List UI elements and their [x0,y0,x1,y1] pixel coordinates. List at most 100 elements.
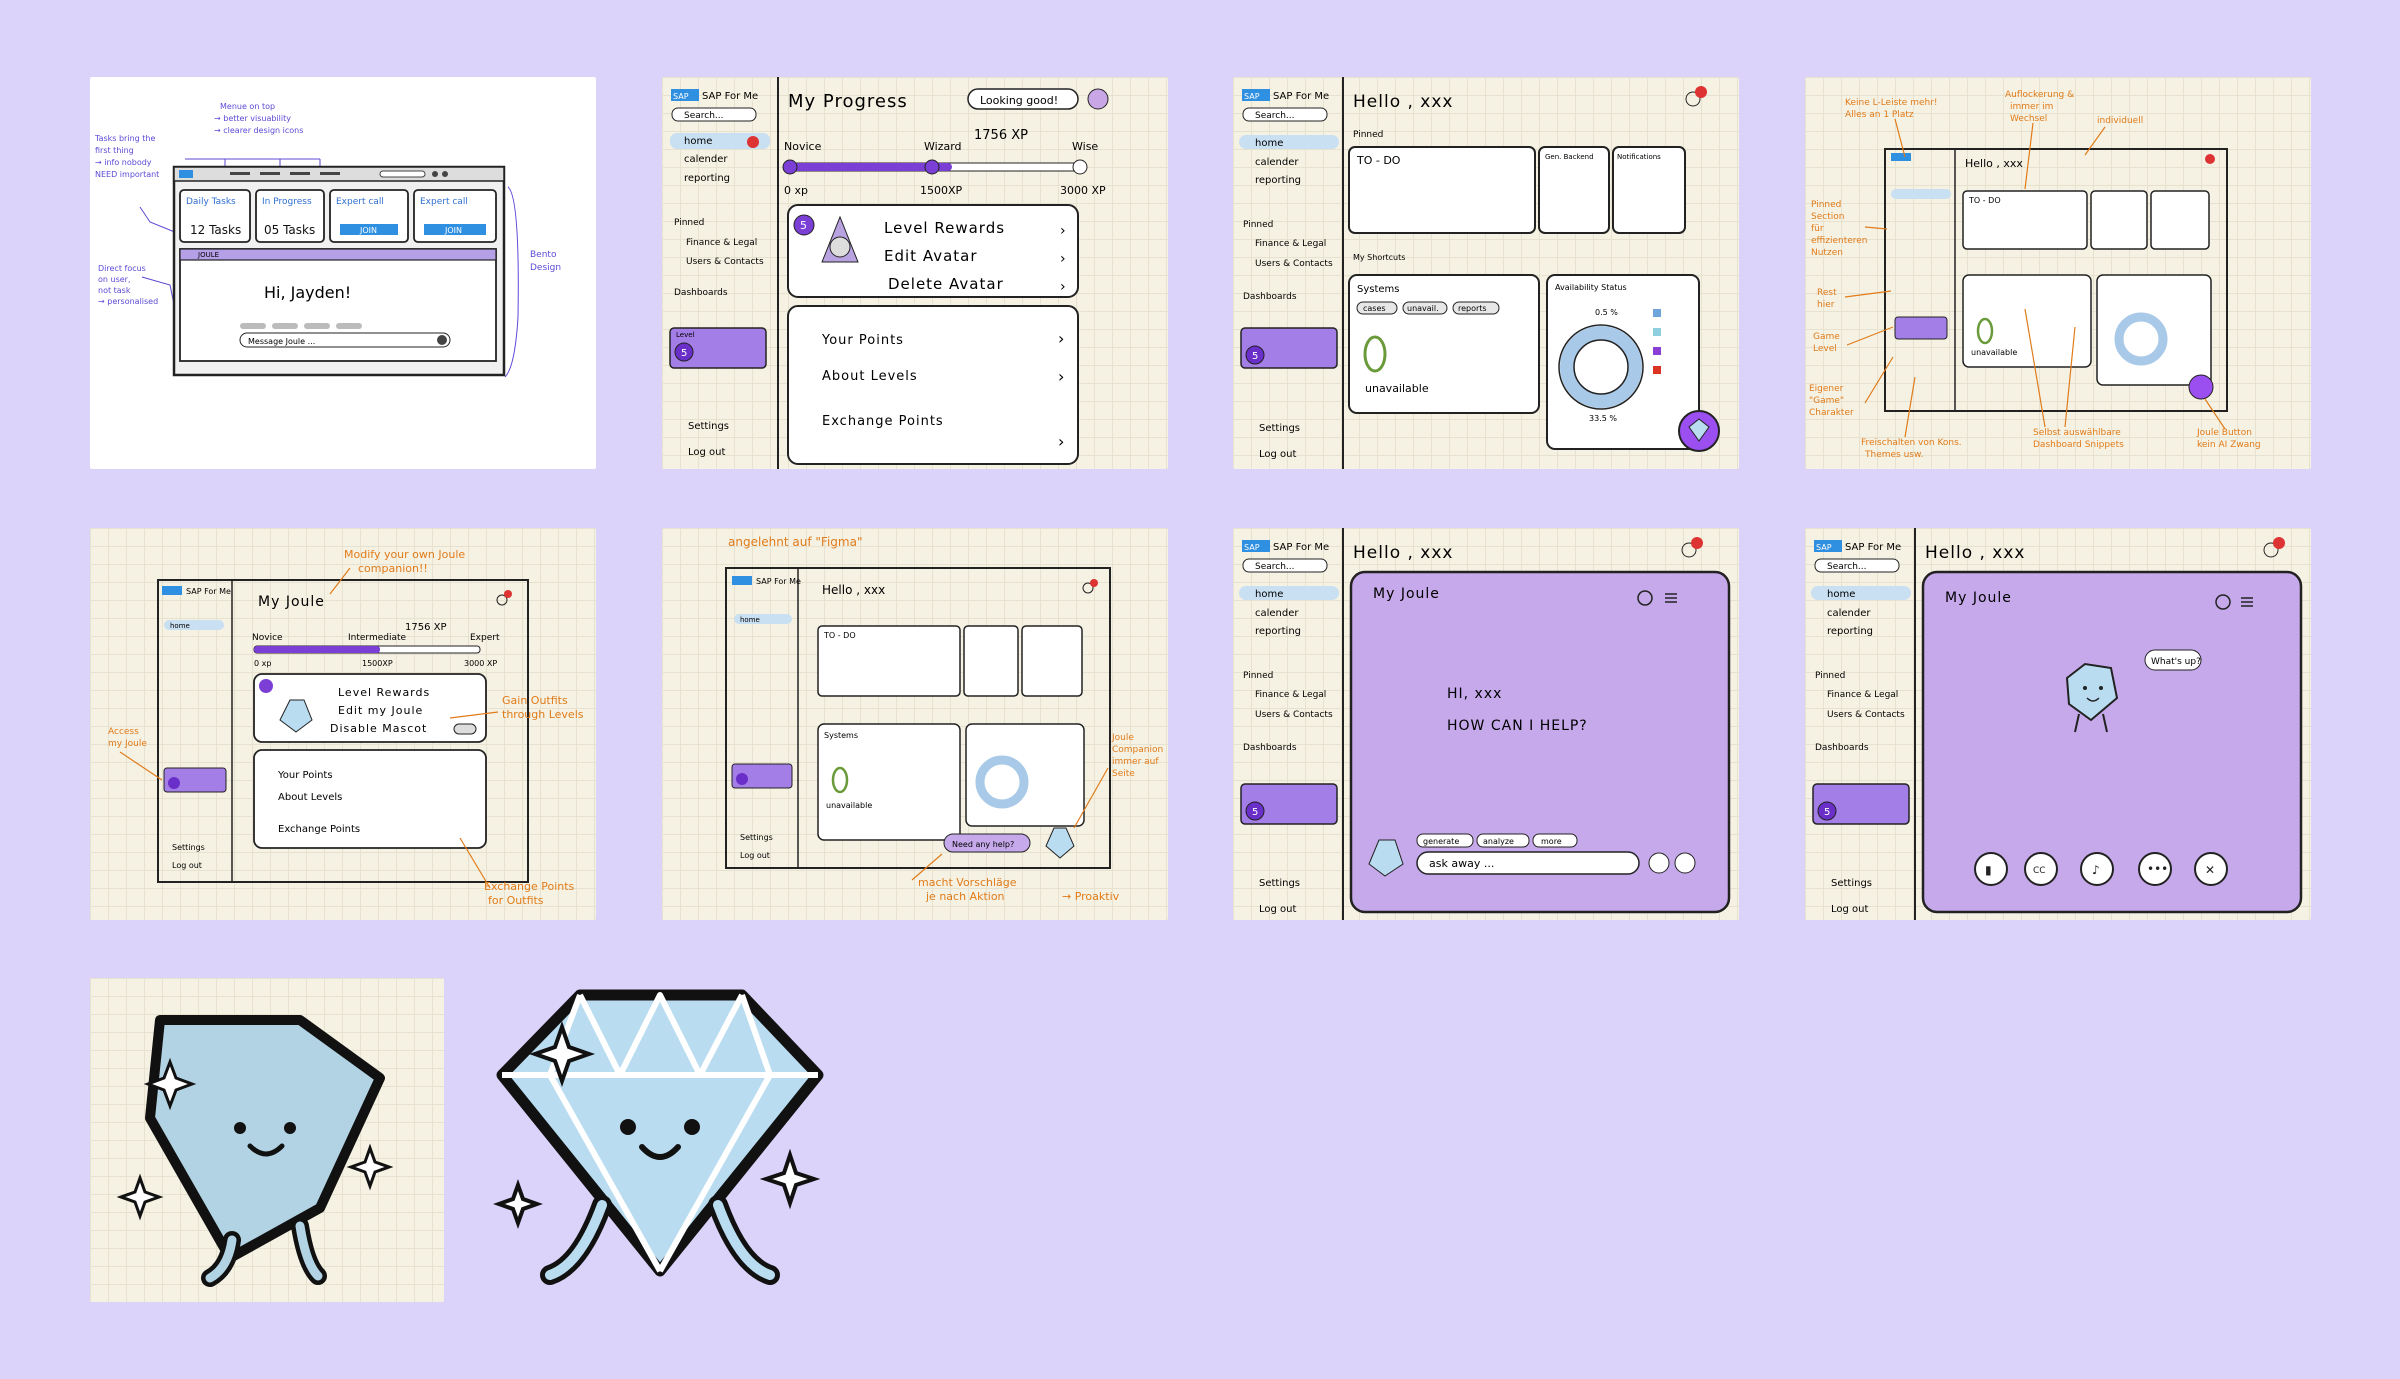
sketch-card-6[interactable]: angelehnt auf "Figma" SAP For Me home Se… [662,528,1168,920]
wise: Wise [1072,140,1098,153]
chip-analyze: analyze [1483,837,1514,846]
joule-title: My Joule [258,594,325,610]
note-h1: Freischalten von Kons. [1861,438,1962,448]
availability: Availability Status [1555,283,1627,292]
dashboards: Dashboards [1815,743,1869,753]
mascot-final [480,975,840,1305]
pin-users: Users & Contacts [1255,259,1333,269]
sketch-card-4[interactable]: Hello , xxx TO - DO unavailable Keine L-… [1805,77,2311,469]
tile-4-title: Expert call [420,197,468,207]
notifications: Notifications [1617,153,1661,161]
logout: Log out [172,861,202,870]
note-top-2: → better visuability [214,114,291,123]
note-r1: Joule [1111,733,1134,743]
chip-unavail: unavail. [1407,304,1439,313]
sketch-card-1[interactable]: Menue on top → better visuability → clea… [90,77,596,469]
novice: Novice [252,633,283,643]
xp: 1756 XP [405,622,447,633]
how-help: HOW CAN I HELP? [1447,718,1588,734]
note-d3: für [1811,224,1824,234]
note-l1: Access [108,727,139,737]
note-d1: Pinned [1811,200,1841,210]
settings: Settings [1259,878,1300,889]
sketch-card-8[interactable]: SAP SAP For Me Search... home calender rep… [1805,528,2311,920]
nav-rep: reporting [684,173,730,184]
xp2: 3000 XP [1060,184,1106,197]
tile-1-val: 12 Tasks [190,223,241,237]
note-lt-4: NEED important [95,170,159,179]
note-i2: Dashboard Snippets [2033,440,2124,450]
note-f1: Game [1813,332,1840,342]
note-r4: Seite [1112,769,1135,779]
settings: Settings [740,833,773,842]
pin-fin: Finance & Legal [1827,690,1898,700]
note-top-3: → clearer design icons [214,126,303,135]
note-lt-2: first thing [95,146,134,155]
note-b2: je nach Aktion [925,890,1005,903]
nav-home: home [684,136,712,147]
note-r-2: Design [530,263,561,273]
chip-cases: cases [1363,304,1386,313]
note-top-2: companion!! [358,562,428,575]
note-c: individuell [2097,116,2143,126]
gen-backend: Gen. Backend [1545,153,1594,161]
nav-cal: calender [1255,157,1299,168]
note-b2: immer im [2010,102,2053,112]
joule-title: My Joule [1945,590,2012,606]
sketch-card-7[interactable]: SAP SAP For Me Search... home calender rep… [1233,528,1739,920]
nav-rep: reporting [1255,175,1301,186]
pinned: Pinned [1815,671,1845,681]
lvl-badge: 5 [800,219,807,232]
sketch-card-3[interactable]: SAP SAP For Me Search... home calender rep… [1233,77,1739,469]
pct: 0.5 % [1595,308,1618,317]
nav-cal: calender [1827,608,1871,619]
pinned-title: Pinned [1353,130,1383,140]
note-g1: Eigener [1809,384,1844,394]
settings: Settings [172,843,205,852]
todo: TO - DO [1356,154,1401,167]
about-levels: About Levels [278,792,342,803]
svg-text:›: › [1060,251,1066,267]
help-bubble: Need any help? [952,840,1014,849]
settings: Settings [1259,423,1300,434]
note-j1: Joule Button [2196,428,2252,438]
level-num: 5 [1252,807,1258,818]
hi-user: HI, xxx [1447,686,1502,702]
unavailable: unavailable [826,801,872,810]
xp: 1756 XP [974,128,1028,143]
note-lb-2: on user, [98,275,131,284]
note-top-1: Modify your own Joule [344,548,465,561]
nav-home: home [170,622,190,630]
xp2: 3000 XP [464,659,497,668]
note-i1: Selbst auswählbare [2033,428,2121,438]
pinned: Pinned [1243,671,1273,681]
disable-mascot: Disable Mascot [330,722,427,735]
wizard: Wizard [924,140,962,153]
your-points: Your Points [277,770,333,781]
joule-input: Message Joule ... [248,337,315,346]
note-b1: Auflockerung & [2005,90,2074,100]
video-icon: ▮ [1985,863,1992,877]
note-d5: Nutzen [1811,248,1843,258]
pin-users: Users & Contacts [686,257,764,267]
pin-fin: Finance & Legal [1255,239,1326,249]
svg-text:›: › [1058,367,1064,386]
mascot-sketch [90,978,444,1302]
search: Search... [1827,562,1867,572]
progress-title: My Progress [788,91,908,112]
whats-up: What's up? [2151,657,2201,667]
novice: Novice [784,140,822,153]
level-num: 5 [1824,807,1830,818]
join-2: JOIN [444,226,462,235]
bubble: Looking good! [980,94,1058,107]
joule-bar: JOULE [197,251,219,259]
note-b3: → Proaktiv [1062,890,1120,903]
unavailable: unavailable [1365,382,1429,395]
sketch-card-5[interactable]: SAP For Me home Settings Log out My Joule… [90,528,596,920]
svg-text:›: › [1060,279,1066,295]
pin-users: Users & Contacts [1255,710,1333,720]
settings: Settings [1831,878,1872,889]
pinned: Pinned [674,218,704,228]
note-d2: Section [1811,212,1844,222]
sketch-card-2[interactable]: SAP SAP For Me Search... home calender r… [662,77,1168,469]
